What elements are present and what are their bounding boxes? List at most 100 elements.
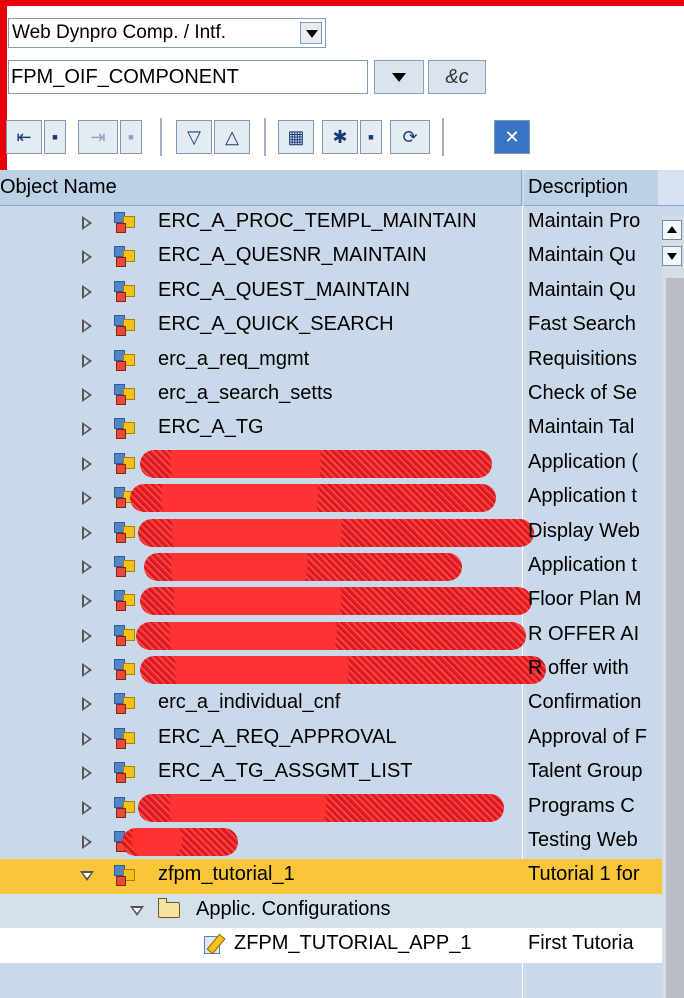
tree-node[interactable]: erc_a_search_setts Check of Se <box>0 378 684 412</box>
component-icon <box>114 383 136 406</box>
node-name: ERC_A_QUICK_SEARCH <box>158 313 394 336</box>
expand-arrow-icon[interactable] <box>80 834 94 850</box>
select-button[interactable]: ✱ <box>322 120 358 154</box>
close-icon: ✕ <box>504 126 520 147</box>
expand-arrow-icon[interactable] <box>80 387 94 403</box>
toolbar-divider <box>160 118 162 156</box>
expand-arrow-icon[interactable] <box>80 628 94 644</box>
column-header-description[interactable]: Description <box>524 170 658 206</box>
tree-node[interactable]: ERC_A_PROC_TEMPL_MAINTAIN Maintain Pro <box>0 206 684 240</box>
expand-arrow-icon[interactable] <box>80 525 94 541</box>
tree-node[interactable]: ERC_A_REQ_APPROVAL Approval of F <box>0 722 684 756</box>
tree-node[interactable]: ERC_A_TG Maintain Tal <box>0 412 684 446</box>
forward-menu-button[interactable]: ▪ <box>120 120 142 154</box>
node-description: Requisitions <box>528 347 637 370</box>
column-header-label: Description <box>528 176 629 198</box>
component-icon <box>114 590 136 612</box>
vertical-scrollbar[interactable] <box>662 216 684 998</box>
node-description: Approval of F <box>528 725 647 748</box>
node-name: erc_a_search_setts <box>158 381 333 404</box>
expand-icon: ▽ <box>187 126 201 147</box>
tree-node[interactable]: erc_a_req_mgmt Requisitions <box>0 344 684 378</box>
tree-node[interactable]: ERC_A_QUESNR_MAINTAIN Maintain Qu <box>0 240 684 274</box>
expand-arrow-icon[interactable] <box>80 215 94 231</box>
expand-arrow-icon[interactable] <box>80 421 94 437</box>
node-description: Maintain Qu <box>528 244 636 267</box>
expand-arrow-icon[interactable] <box>80 696 94 712</box>
node-name: Applic. Configurations <box>196 897 391 920</box>
scroll-up-button[interactable] <box>662 220 682 240</box>
tree-node-application[interactable]: ZFPM_TUTORIAL_APP_1 First Tutoria <box>0 928 684 963</box>
edit-config-icon <box>204 933 226 956</box>
back-button[interactable]: ⇤ <box>6 120 42 154</box>
tree-node-folder[interactable]: Applic. Configurations <box>0 893 684 929</box>
expand-arrow-icon[interactable] <box>80 284 94 300</box>
object-name-history-button[interactable] <box>374 60 424 94</box>
tree-node[interactable]: Programs C <box>0 791 684 825</box>
node-name: zfpm_tutorial_1 <box>158 863 295 886</box>
object-name-input[interactable]: FPM_OIF_COMPONENT <box>8 60 368 94</box>
expand-arrow-icon[interactable] <box>80 662 94 678</box>
component-icon <box>114 521 136 544</box>
tree-node[interactable]: R OFFER AI <box>0 619 684 653</box>
glasses-icon: &c <box>445 66 469 88</box>
collapse-arrow-icon[interactable] <box>80 868 94 884</box>
tree-node[interactable]: Application ( <box>0 447 684 481</box>
expand-arrow-icon[interactable] <box>80 318 94 334</box>
component-icon <box>114 349 136 372</box>
node-description: R offer with <box>528 657 629 680</box>
node-description: R OFFER AI <box>528 622 640 645</box>
collapse-arrow-icon[interactable] <box>130 903 144 919</box>
expand-arrow-icon[interactable] <box>80 456 94 472</box>
component-icon <box>114 246 136 268</box>
expand-arrow-icon[interactable] <box>80 800 94 816</box>
menu-icon: ▪ <box>51 126 59 147</box>
hierarchy-icon: ▦ <box>287 126 305 147</box>
display-glasses-button[interactable]: &c <box>428 60 486 94</box>
menu-icon: ▪ <box>367 126 375 147</box>
expand-arrow-icon[interactable] <box>80 731 94 747</box>
tree-node[interactable]: erc_a_individual_cnf Confirmation <box>0 687 684 721</box>
close-button[interactable]: ✕ <box>494 120 530 154</box>
tree-node-selected[interactable]: zfpm_tutorial_1 Tutorial 1 for <box>0 859 684 894</box>
node-description: Maintain Pro <box>528 210 641 232</box>
column-header-object-name[interactable]: Object Name <box>0 170 522 206</box>
select-menu-button[interactable]: ▪ <box>360 120 382 154</box>
tree-node[interactable]: ERC_A_QUICK_SEARCH Fast Search <box>0 309 684 343</box>
expand-arrow-icon[interactable] <box>80 249 94 265</box>
expand-all-button[interactable]: ▽ <box>176 120 212 154</box>
component-icon <box>114 418 136 440</box>
tree-node[interactable]: ERC_A_QUEST_MAINTAIN Maintain Qu <box>0 275 684 309</box>
tree-node[interactable]: R offer with <box>0 653 684 687</box>
node-description: Application t <box>528 485 637 508</box>
component-icon <box>114 212 136 234</box>
redaction-scribble <box>140 449 492 478</box>
column-header-label: Object Name <box>0 176 117 198</box>
component-icon <box>114 555 136 578</box>
hierarchy-button[interactable]: ▦ <box>278 120 314 154</box>
back-menu-button[interactable]: ▪ <box>44 120 66 154</box>
object-type-dropdown[interactable]: Web Dynpro Comp. / Intf. <box>8 18 326 48</box>
scroll-down-button[interactable] <box>662 246 682 266</box>
tree-node[interactable]: Application t <box>0 550 684 584</box>
forward-button[interactable]: ⇥ <box>78 120 118 154</box>
tree-node[interactable]: Application t <box>0 481 684 515</box>
collapse-all-button[interactable]: △ <box>214 120 250 154</box>
expand-arrow-icon[interactable] <box>80 765 94 781</box>
tree-node[interactable]: Testing Web <box>0 825 684 859</box>
refresh-button[interactable]: ⟳ <box>390 120 430 154</box>
node-name: ERC_A_TG_ASSGMT_LIST <box>158 760 413 783</box>
expand-arrow-icon[interactable] <box>80 559 94 575</box>
expand-arrow-icon[interactable] <box>80 593 94 609</box>
tree-node[interactable]: Display Web <box>0 516 684 550</box>
tree-node[interactable]: Floor Plan M <box>0 584 684 618</box>
node-description: Confirmation <box>528 691 642 714</box>
node-description: Talent Group <box>528 760 643 783</box>
node-description: Fast Search <box>528 313 636 336</box>
tree-node[interactable]: ERC_A_TG_ASSGMT_LIST Talent Group <box>0 756 684 790</box>
expand-arrow-icon[interactable] <box>80 353 94 369</box>
object-type-chevron-down-icon[interactable] <box>300 22 322 44</box>
expand-arrow-icon[interactable] <box>80 490 94 506</box>
scrollbar-track[interactable] <box>666 278 684 998</box>
node-name: ERC_A_TG <box>158 416 264 439</box>
